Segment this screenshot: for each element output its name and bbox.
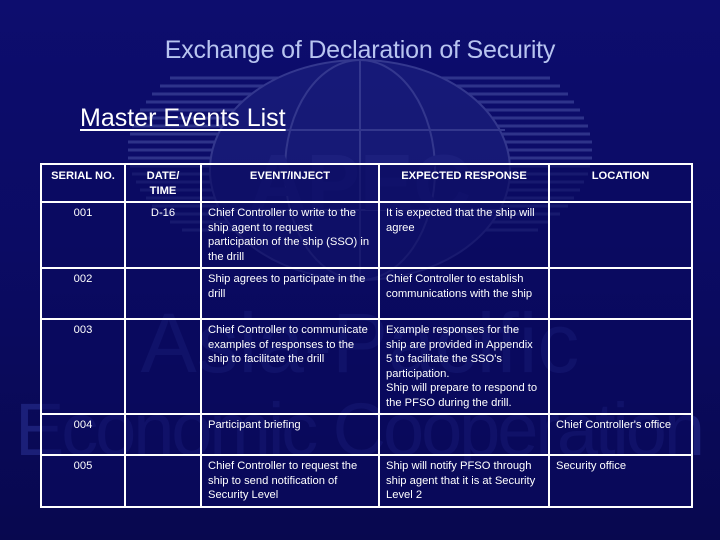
cell-location xyxy=(548,318,693,415)
cell-datetime xyxy=(124,267,202,320)
cell-serial: 001 xyxy=(40,201,126,269)
cell-location: Chief Controller's office xyxy=(548,413,693,456)
cell-serial: 004 xyxy=(40,413,126,456)
cell-datetime xyxy=(124,413,202,456)
header-expected-response: EXPECTED RESPONSE xyxy=(378,163,550,203)
table-row: 003 Chief Controller to communicate exam… xyxy=(40,318,693,415)
cell-location xyxy=(548,267,693,320)
table-row: 002 Ship agrees to participate in the dr… xyxy=(40,267,693,320)
cell-response: Example responses for the ship are provi… xyxy=(378,318,550,415)
header-event-inject: EVENT/INJECT xyxy=(200,163,380,203)
cell-response xyxy=(378,413,550,456)
cell-response: Chief Controller to establish communicat… xyxy=(378,267,550,320)
slide-subtitle: Master Events List xyxy=(80,104,286,132)
table-row: 005 Chief Controller to request the ship… xyxy=(40,454,693,508)
cell-event: Chief Controller to write to the ship ag… xyxy=(200,201,380,269)
cell-location: Security office xyxy=(548,454,693,508)
header-serial-no: SERIAL NO. xyxy=(40,163,126,203)
table-header-row: SERIAL NO. DATE/ TIME EVENT/INJECT EXPEC… xyxy=(40,163,693,203)
cell-response: Ship will notify PFSO through ship agent… xyxy=(378,454,550,508)
master-events-table: SERIAL NO. DATE/ TIME EVENT/INJECT EXPEC… xyxy=(40,163,693,508)
cell-serial: 005 xyxy=(40,454,126,508)
cell-event: Chief Controller to communicate examples… xyxy=(200,318,380,415)
cell-response-line2: Ship will prepare to respond to the PFSO… xyxy=(386,382,538,409)
header-date-time: DATE/ TIME xyxy=(124,163,202,203)
cell-serial: 003 xyxy=(40,318,126,415)
table-row: 004 Participant briefing Chief Controlle… xyxy=(40,413,693,456)
cell-response-line1: Example responses for the ship are provi… xyxy=(386,324,533,380)
header-location: LOCATION xyxy=(548,163,693,203)
cell-datetime xyxy=(124,318,202,415)
cell-response: It is expected that the ship will agree xyxy=(378,201,550,269)
cell-event: Ship agrees to participate in the drill xyxy=(200,267,380,320)
cell-datetime xyxy=(124,454,202,508)
cell-serial: 002 xyxy=(40,267,126,320)
cell-location xyxy=(548,201,693,269)
cell-event: Participant briefing xyxy=(200,413,380,456)
table-row: 001 D-16 Chief Controller to write to th… xyxy=(40,201,693,269)
cell-datetime: D-16 xyxy=(124,201,202,269)
slide-title: Exchange of Declaration of Security xyxy=(164,36,556,64)
cell-event: Chief Controller to request the ship to … xyxy=(200,454,380,508)
